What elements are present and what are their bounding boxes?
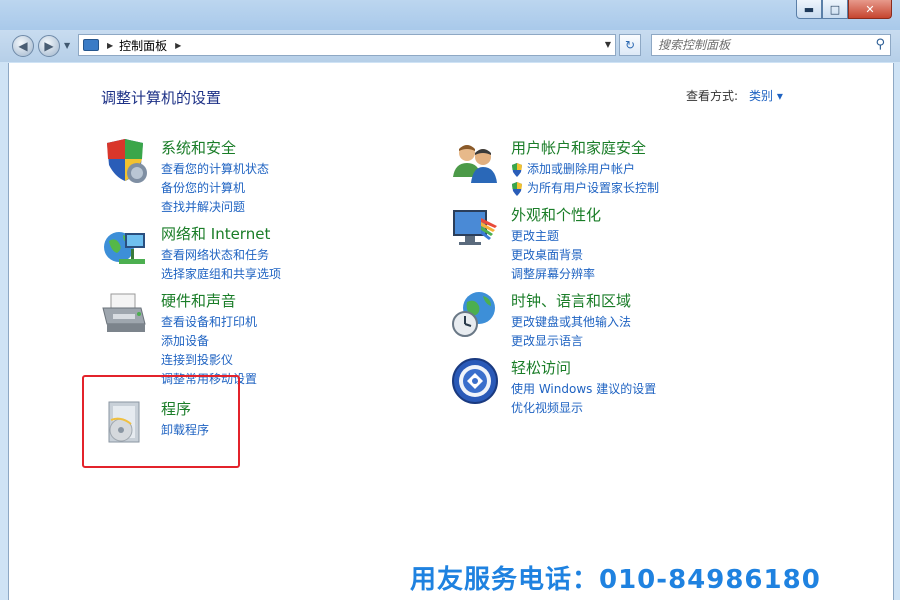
address-bar[interactable]: ▶ 控制面板 ▶ ▼ (78, 34, 616, 56)
clock-globe-icon[interactable] (451, 290, 499, 338)
category-title[interactable]: 时钟、语言和区域 (511, 290, 631, 311)
breadcrumb-arrow-icon[interactable]: ▶ (107, 41, 113, 50)
title-bar: ▬ □ ✕ (0, 0, 900, 30)
link-change-theme[interactable]: 更改主题 (511, 227, 595, 246)
link-text[interactable]: 为所有用户设置家长控制 (527, 179, 659, 198)
view-by-label: 查看方式: (686, 89, 739, 103)
uac-shield-icon (512, 181, 522, 196)
control-panel-icon (83, 39, 99, 51)
network-globe-icon[interactable] (101, 223, 149, 271)
link-parental-controls[interactable]: 为所有用户设置家长控制 (511, 179, 659, 198)
page-title: 调整计算机的设置 (101, 89, 222, 107)
search-icon[interactable]: ⚲ (875, 37, 885, 52)
view-by-dropdown[interactable]: 类别 ▾ (749, 87, 783, 104)
minimize-button[interactable]: ▬ (796, 0, 822, 19)
appearance-monitor-icon[interactable] (451, 204, 499, 252)
category-title[interactable]: 网络和 Internet (161, 223, 270, 244)
link-recommended-settings[interactable]: 使用 Windows 建议的设置 (511, 380, 656, 399)
back-button[interactable]: ◀ (12, 35, 34, 57)
category-title[interactable]: 用户帐户和家庭安全 (511, 137, 646, 158)
link-connect-projector[interactable]: 连接到投影仪 (161, 351, 257, 370)
highlight-box (82, 375, 240, 468)
link-text[interactable]: 添加或删除用户帐户 (527, 160, 635, 179)
link-change-keyboard-input[interactable]: 更改键盘或其他输入法 (511, 313, 631, 332)
window-controls: ▬ □ ✕ (796, 0, 892, 19)
search-box[interactable]: ⚲ (651, 34, 891, 56)
address-dropdown-icon[interactable]: ▼ (605, 40, 611, 49)
link-add-remove-users[interactable]: 添加或删除用户帐户 (511, 160, 659, 179)
maximize-button[interactable]: □ (822, 0, 848, 19)
link-change-desktop-background[interactable]: 更改桌面背景 (511, 246, 595, 265)
close-button[interactable]: ✕ (848, 0, 892, 19)
link-change-display-language[interactable]: 更改显示语言 (511, 332, 631, 351)
users-icon[interactable] (451, 137, 499, 185)
category-title[interactable]: 硬件和声音 (161, 290, 236, 311)
link-troubleshoot[interactable]: 查找并解决问题 (161, 198, 269, 217)
content-pane: 调整计算机的设置 查看方式: 类别 ▾ 系统和安全 查看您的计算机状态 备份您的… (8, 63, 894, 600)
breadcrumb-arrow-icon[interactable]: ▶ (175, 41, 181, 50)
link-backup-computer[interactable]: 备份您的计算机 (161, 179, 269, 198)
support-phone-text: 用友服务电话：010-84986180 (410, 565, 821, 595)
uac-shield-icon (512, 162, 522, 177)
link-devices-printers[interactable]: 查看设备和打印机 (161, 313, 257, 332)
category-title[interactable]: 外观和个性化 (511, 204, 601, 225)
navigation-bar: ◀ ▶ ▼ ▶ 控制面板 ▶ ▼ ↻ ⚲ (0, 30, 900, 62)
link-optimize-visual-display[interactable]: 优化视频显示 (511, 399, 656, 418)
search-input[interactable] (658, 36, 858, 54)
forward-button[interactable]: ▶ (38, 35, 60, 57)
link-add-device[interactable]: 添加设备 (161, 332, 257, 351)
link-homegroup-sharing[interactable]: 选择家庭组和共享选项 (161, 265, 281, 284)
link-adjust-resolution[interactable]: 调整屏幕分辨率 (511, 265, 595, 284)
ease-of-access-icon[interactable] (451, 357, 499, 405)
recent-pages-dropdown-icon[interactable]: ▼ (64, 41, 70, 50)
printer-icon[interactable] (101, 290, 149, 338)
category-title[interactable]: 轻松访问 (511, 357, 571, 378)
refresh-button[interactable]: ↻ (619, 34, 641, 56)
security-shield-icon[interactable] (101, 137, 149, 185)
breadcrumb-control-panel[interactable]: 控制面板 (119, 37, 167, 54)
category-title[interactable]: 系统和安全 (161, 137, 236, 158)
link-view-computer-status[interactable]: 查看您的计算机状态 (161, 160, 269, 179)
link-network-status[interactable]: 查看网络状态和任务 (161, 246, 281, 265)
